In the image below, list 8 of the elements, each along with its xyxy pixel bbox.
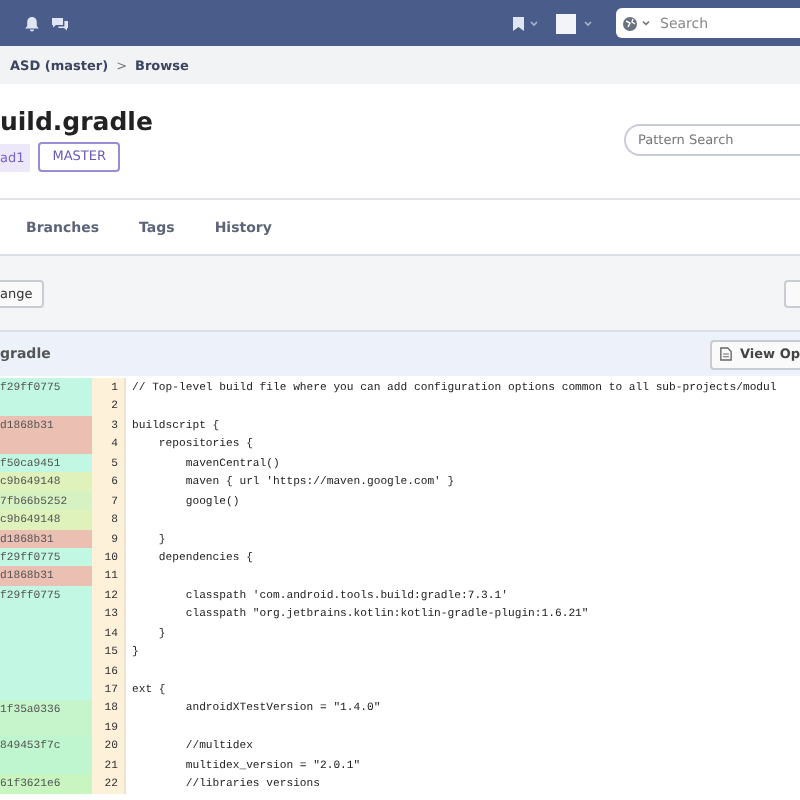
chat-icon[interactable]	[50, 15, 70, 31]
globe-icon	[622, 15, 638, 31]
globe-dropdown[interactable]	[616, 8, 656, 38]
file-title: uild.gradle	[0, 106, 153, 136]
caret-icon	[642, 20, 650, 26]
bell-icon[interactable]	[24, 15, 40, 31]
bookmark-dropdown-icon[interactable]	[512, 15, 540, 31]
document-icon	[720, 346, 732, 362]
